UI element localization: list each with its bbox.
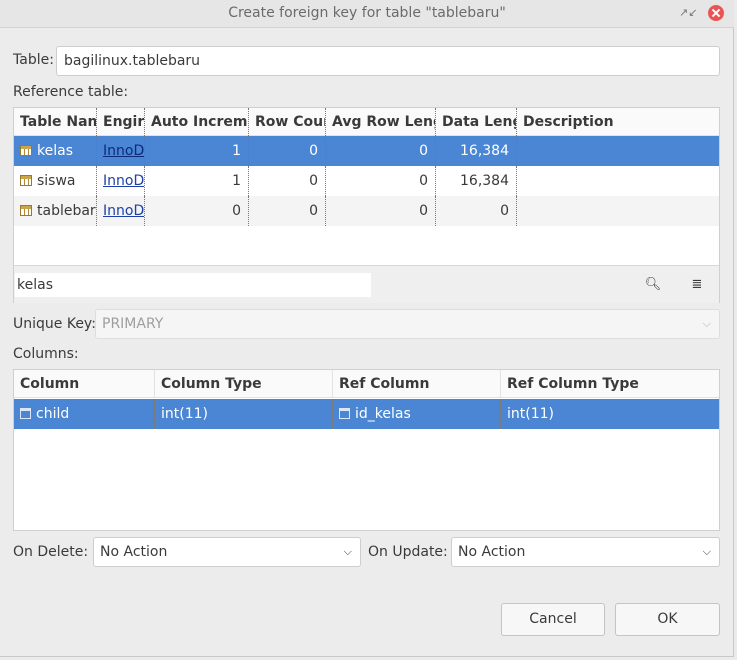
window-title: Create foreign key for table "tablebaru" [228, 5, 506, 21]
col-header-column[interactable]: Column [14, 370, 155, 398]
table-label: Table: [13, 52, 54, 68]
filter-input[interactable]: kelas [15, 273, 371, 297]
col-header-column-type[interactable]: Column Type [155, 370, 333, 398]
table-name-cell: siswa [37, 173, 76, 189]
ref-column-cell: id_kelas [355, 406, 411, 422]
restore-icon[interactable]: ↗↙ [679, 6, 697, 20]
row-count-cell: 0 [249, 196, 326, 226]
key-column-icon [339, 408, 350, 419]
table-row[interactable]: kelas InnoD 1 0 0 16,384 [14, 136, 719, 166]
engine-link[interactable]: InnoD [103, 203, 144, 219]
on-update-select[interactable]: No Action ⌵ [451, 537, 720, 567]
reference-table-label: Reference table: [13, 84, 129, 100]
col-header-engine[interactable]: Engir [97, 108, 145, 136]
auto-increment-cell: 1 [145, 136, 249, 166]
col-header-table-name[interactable]: Table Nan [14, 108, 97, 136]
data-length-cell: 16,384 [436, 166, 517, 196]
row-count-cell: 0 [249, 166, 326, 196]
col-header-avg-row-length[interactable]: Avg Row Leng [326, 108, 436, 136]
columns-label: Columns: [13, 346, 79, 362]
chevron-down-icon: ⌵ [702, 317, 711, 330]
data-length-cell: 16,384 [436, 136, 517, 166]
data-length-cell: 0 [436, 196, 517, 226]
close-button[interactable] [708, 5, 724, 21]
col-header-auto-increment[interactable]: Auto Increme [145, 108, 249, 136]
unique-key-label: Unique Key: [13, 316, 96, 332]
reference-table-grid: Table Nan Engir Auto Increme Row Cour Av… [13, 107, 720, 303]
on-delete-select[interactable]: No Action ⌵ [93, 537, 361, 567]
col-header-data-length[interactable]: Data Leng [436, 108, 517, 136]
filter-bar: kelas 🔍︎ ≣ [14, 265, 719, 303]
column-cell: child [36, 406, 70, 422]
search-icon[interactable]: 🔍︎ [644, 276, 662, 294]
table-field[interactable]: bagilinux.tablebaru [56, 46, 720, 76]
column-type-cell: int(11) [155, 399, 333, 429]
description-cell [517, 166, 721, 196]
table-row[interactable]: siswa InnoD 1 0 0 16,384 [14, 166, 719, 196]
table-icon [20, 175, 32, 186]
engine-link[interactable]: InnoD [103, 173, 144, 189]
col-header-description[interactable]: Description [517, 108, 721, 136]
columns-grid: Column Column Type Ref Column Ref Column… [13, 369, 720, 531]
col-header-row-count[interactable]: Row Cour [249, 108, 326, 136]
description-cell [517, 196, 721, 226]
avg-row-length-cell: 0 [326, 136, 436, 166]
chevron-down-icon: ⌵ [702, 545, 711, 558]
table-row[interactable]: tablebaru InnoD 0 0 0 0 [14, 196, 719, 226]
grid-header: Column Column Type Ref Column Ref Column… [14, 370, 719, 398]
title-bar: Create foreign key for table "tablebaru"… [0, 0, 734, 28]
column-icon [20, 408, 31, 419]
table-icon [20, 205, 32, 216]
table-icon [20, 145, 32, 156]
unique-key-value: PRIMARY [102, 316, 164, 332]
auto-increment-cell: 0 [145, 196, 249, 226]
grid-header: Table Nan Engir Auto Increme Row Cour Av… [14, 108, 719, 136]
col-header-ref-column-type[interactable]: Ref Column Type [501, 370, 721, 398]
ok-button[interactable]: OK [615, 603, 720, 636]
ref-column-type-cell: int(11) [507, 406, 554, 422]
table-row[interactable]: child int(11) id_kelas int(11) [14, 399, 719, 429]
table-name-cell: kelas [37, 143, 73, 159]
dialog-window: Create foreign key for table "tablebaru"… [0, 0, 734, 657]
on-delete-value: No Action [100, 544, 168, 560]
row-count-cell: 0 [249, 136, 326, 166]
cancel-button[interactable]: Cancel [501, 603, 605, 636]
chevron-down-icon: ⌵ [343, 545, 352, 558]
auto-increment-cell: 1 [145, 166, 249, 196]
on-update-label: On Update: [368, 544, 448, 560]
filter-settings-icon[interactable]: ≣ [688, 276, 706, 294]
table-name-cell: tablebaru [37, 203, 96, 219]
on-update-value: No Action [458, 544, 526, 560]
avg-row-length-cell: 0 [326, 196, 436, 226]
unique-key-select: PRIMARY ⌵ [95, 309, 720, 339]
description-cell [517, 136, 721, 166]
avg-row-length-cell: 0 [326, 166, 436, 196]
engine-link[interactable]: InnoD [103, 143, 144, 159]
col-header-ref-column[interactable]: Ref Column [333, 370, 501, 398]
on-delete-label: On Delete: [13, 544, 89, 560]
